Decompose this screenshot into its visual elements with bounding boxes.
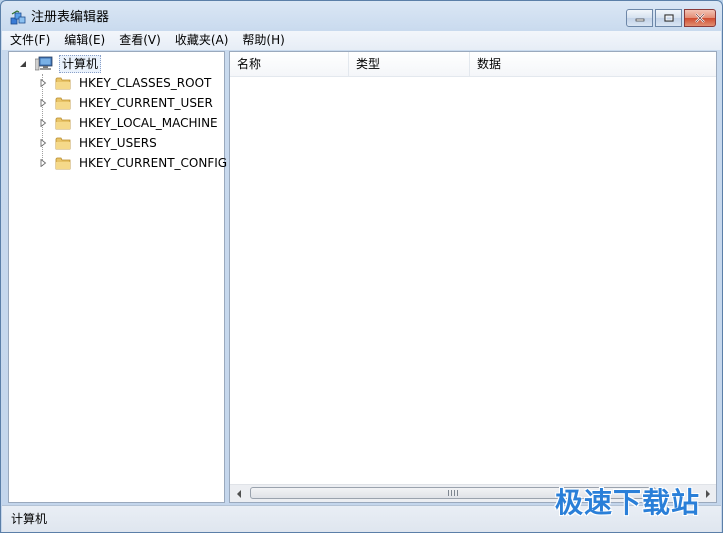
arrow-right-icon — [705, 489, 710, 498]
folder-icon — [55, 117, 71, 130]
restore-icon — [663, 14, 674, 22]
maximize-button[interactable] — [655, 9, 682, 27]
menu-file[interactable]: 文件(F) — [2, 31, 56, 50]
folder-icon — [55, 97, 71, 110]
arrow-left-icon — [236, 489, 241, 498]
registry-values-pane[interactable]: 名称 类型 数据 — [229, 51, 717, 503]
expand-arrow-icon[interactable] — [39, 139, 47, 147]
folder-icon — [55, 77, 71, 90]
status-path: 计算机 — [11, 512, 48, 526]
folder-icon — [55, 157, 71, 170]
window-title: 注册表编辑器 — [31, 10, 110, 25]
tree-item-hkey-users[interactable]: HKEY_USERS — [39, 133, 159, 153]
minimize-icon — [635, 18, 644, 22]
column-header-data[interactable]: 数据 — [470, 52, 716, 76]
tree-item-label[interactable]: HKEY_CURRENT_USER — [77, 95, 215, 111]
scroll-left-button[interactable] — [230, 485, 247, 502]
tree-item-label[interactable]: HKEY_CLASSES_ROOT — [77, 75, 213, 91]
menu-bar: 文件(F) 编辑(E) 查看(V) 收藏夹(A) 帮助(H) — [2, 31, 721, 50]
menu-help[interactable]: 帮助(H) — [234, 31, 290, 50]
column-header-type[interactable]: 类型 — [349, 52, 470, 76]
tree-item-label[interactable]: HKEY_USERS — [77, 135, 159, 151]
close-icon — [695, 13, 705, 23]
expand-arrow-icon[interactable] — [39, 159, 47, 167]
title-bar[interactable]: 注册表编辑器 — [1, 1, 722, 31]
column-header: 名称 类型 数据 — [230, 52, 716, 77]
folder-icon — [55, 137, 71, 150]
tree-root-row[interactable]: 计算机 — [19, 54, 102, 74]
expand-arrow-icon[interactable] — [39, 99, 47, 107]
computer-icon — [35, 56, 53, 71]
minimize-button[interactable] — [626, 9, 653, 27]
tree-item-hkey-current-config[interactable]: HKEY_CURRENT_CONFIG — [39, 153, 229, 173]
menu-view[interactable]: 查看(V) — [111, 31, 167, 50]
tree-item-hkey-classes-root[interactable]: HKEY_CLASSES_ROOT — [39, 73, 213, 93]
close-button[interactable] — [684, 9, 716, 27]
menu-favorites[interactable]: 收藏夹(A) — [167, 31, 235, 50]
menu-edit[interactable]: 编辑(E) — [56, 31, 111, 50]
collapse-arrow-icon[interactable] — [19, 60, 27, 68]
registry-tree-pane[interactable]: 计算机 HKEY_CLASSES_ROOT HKEY_CURRENT_USER … — [8, 51, 227, 503]
registry-editor-window: 注册表编辑器 文件(F) 编辑(E) 查看(V) 收藏夹(A) 帮助(H) 计算… — [0, 0, 723, 533]
expand-arrow-icon[interactable] — [39, 119, 47, 127]
tree-root-label[interactable]: 计算机 — [59, 55, 102, 73]
tree-item-hkey-local-machine[interactable]: HKEY_LOCAL_MACHINE — [39, 113, 220, 133]
tree-item-label[interactable]: HKEY_CURRENT_CONFIG — [77, 155, 229, 171]
caption-buttons — [626, 9, 716, 27]
site-watermark: 极速下载站 — [554, 486, 700, 519]
scroll-right-button[interactable] — [699, 485, 716, 502]
expand-arrow-icon[interactable] — [39, 79, 47, 87]
tree-item-label[interactable]: HKEY_LOCAL_MACHINE — [77, 115, 220, 131]
tree-item-hkey-current-user[interactable]: HKEY_CURRENT_USER — [39, 93, 215, 113]
column-header-name[interactable]: 名称 — [230, 52, 349, 76]
registry-app-icon — [10, 10, 26, 25]
